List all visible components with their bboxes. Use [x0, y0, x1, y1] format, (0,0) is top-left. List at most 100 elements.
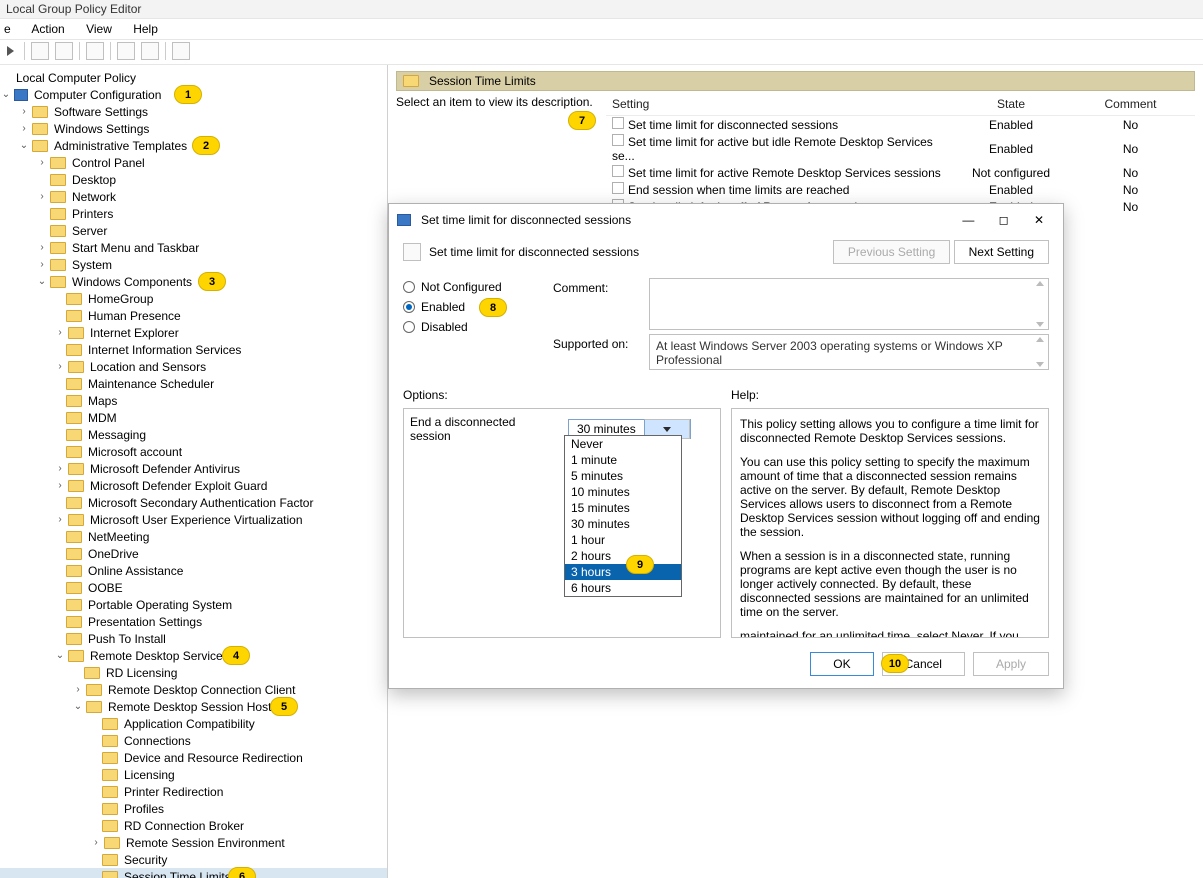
tree-item[interactable]: Application Compatibility	[122, 717, 257, 731]
tree-item[interactable]: Security	[122, 853, 169, 867]
tree-root[interactable]: Local Computer Policy	[14, 71, 138, 85]
tree-computer-configuration[interactable]: Computer Configuration	[32, 88, 163, 102]
window-titlebar: Local Group Policy Editor	[0, 0, 1203, 19]
ok-button[interactable]: OK	[810, 652, 873, 676]
tree-item[interactable]: Microsoft Defender Exploit Guard	[88, 479, 269, 493]
tree-session-time-limits[interactable]: Session Time Limits	[122, 870, 233, 878]
supported-on-label: Supported on:	[553, 334, 639, 351]
menu-view[interactable]: View	[86, 22, 112, 36]
tree-server[interactable]: Server	[70, 224, 109, 238]
maximize-button[interactable]: ◻	[988, 208, 1020, 232]
combo-option[interactable]: 6 hours	[565, 580, 681, 596]
table-row[interactable]: End session when time limits are reached…	[606, 181, 1195, 198]
tree-item[interactable]: Remote Desktop Connection Client	[106, 683, 297, 697]
tree-item[interactable]: Online Assistance	[86, 564, 185, 578]
tree-item[interactable]: Licensing	[122, 768, 177, 782]
tree-start-menu-taskbar[interactable]: Start Menu and Taskbar	[70, 241, 201, 255]
tree-network[interactable]: Network	[70, 190, 118, 204]
col-header-setting[interactable]: Setting	[606, 95, 956, 116]
tree-administrative-templates[interactable]: Administrative Templates	[52, 139, 189, 153]
radio-enabled[interactable]: Enabled 8	[403, 300, 533, 314]
tree-pane[interactable]: Local Computer Policy ⌄ Computer Configu…	[0, 65, 388, 878]
previous-setting-button[interactable]: Previous Setting	[833, 240, 950, 264]
policy-comment: No	[1066, 116, 1195, 134]
tree-item[interactable]: Microsoft User Experience Virtualization	[88, 513, 305, 527]
tree-item[interactable]: Internet Information Services	[86, 343, 243, 357]
tree-item[interactable]: HomeGroup	[86, 292, 155, 306]
tree-item[interactable]: RD Licensing	[104, 666, 179, 680]
apply-button[interactable]: Apply	[973, 652, 1049, 676]
tree-item[interactable]: Portable Operating System	[86, 598, 234, 612]
tree-item[interactable]: Microsoft Secondary Authentication Facto…	[86, 496, 315, 510]
combo-option[interactable]: 2 hours	[565, 548, 681, 564]
combo-option[interactable]: 3 hours	[565, 564, 681, 580]
folder-icon	[66, 548, 82, 560]
tree-item[interactable]: Connections	[122, 734, 193, 748]
radio-disabled[interactable]: Disabled	[403, 320, 533, 334]
tree-software-settings[interactable]: Software Settings	[52, 105, 150, 119]
combo-option[interactable]: 1 minute	[565, 452, 681, 468]
col-header-state[interactable]: State	[956, 95, 1066, 116]
next-setting-button[interactable]: Next Setting	[954, 240, 1049, 264]
menu-action[interactable]: Action	[31, 22, 64, 36]
close-button[interactable]: ✕	[1023, 208, 1055, 232]
tree-control-panel[interactable]: Control Panel	[70, 156, 147, 170]
folder-icon	[66, 582, 82, 594]
toolbar-button-3[interactable]	[86, 42, 104, 60]
table-row[interactable]: Set time limit for active Remote Desktop…	[606, 164, 1195, 181]
radio-not-configured[interactable]: Not Configured	[403, 280, 533, 294]
expand-collapse-icon[interactable]: ⌄	[0, 89, 12, 100]
tree-item[interactable]: Location and Sensors	[88, 360, 208, 374]
tree-item[interactable]: Push To Install	[86, 632, 168, 646]
tree-item[interactable]: Internet Explorer	[88, 326, 181, 340]
menu-file[interactable]: e	[4, 22, 11, 36]
tree-windows-settings[interactable]: Windows Settings	[52, 122, 151, 136]
tree-system[interactable]: System	[70, 258, 114, 272]
tree-printers[interactable]: Printers	[70, 207, 115, 221]
folder-icon	[50, 225, 66, 237]
tree-item[interactable]: Remote Session Environment	[124, 836, 287, 850]
combo-option[interactable]: 30 minutes	[565, 516, 681, 532]
filter-icon[interactable]	[172, 42, 190, 60]
folder-icon	[102, 786, 118, 798]
policy-dialog: Set time limit for disconnected sessions…	[388, 203, 1064, 689]
tree-item[interactable]: Messaging	[86, 428, 148, 442]
minimize-button[interactable]: —	[952, 208, 984, 232]
tree-remote-desktop-services[interactable]: Remote Desktop Services	[88, 649, 231, 663]
tree-item[interactable]: OneDrive	[86, 547, 141, 561]
tree-item[interactable]: RD Connection Broker	[122, 819, 246, 833]
combo-option[interactable]: 10 minutes	[565, 484, 681, 500]
forward-icon[interactable]	[4, 44, 18, 58]
tree-item[interactable]: Printer Redirection	[122, 785, 225, 799]
combo-dropdown[interactable]: Never1 minute5 minutes10 minutes15 minut…	[564, 435, 682, 597]
tree-remote-desktop-session-host[interactable]: Remote Desktop Session Host	[106, 700, 273, 714]
help-box[interactable]: This policy setting allows you to config…	[731, 408, 1049, 638]
combo-option[interactable]: 15 minutes	[565, 500, 681, 516]
tree-item[interactable]: Microsoft account	[86, 445, 184, 459]
toolbar-button-1[interactable]	[31, 42, 49, 60]
tree-item[interactable]: NetMeeting	[86, 530, 151, 544]
tree-item[interactable]: Microsoft Defender Antivirus	[88, 462, 242, 476]
toolbar-button-2[interactable]	[55, 42, 73, 60]
toolbar-button-5[interactable]	[141, 42, 159, 60]
window-title: Local Group Policy Editor	[6, 2, 141, 16]
toolbar-button-4[interactable]	[117, 42, 135, 60]
table-row[interactable]: Set time limit for active but idle Remot…	[606, 133, 1195, 164]
tree-windows-components[interactable]: Windows Components	[70, 275, 194, 289]
col-header-comment[interactable]: Comment	[1066, 95, 1195, 116]
tree-item[interactable]: OOBE	[86, 581, 125, 595]
comment-textbox[interactable]	[649, 278, 1049, 330]
combo-option[interactable]: 5 minutes	[565, 468, 681, 484]
table-row[interactable]: Set time limit for disconnected sessions…	[606, 116, 1195, 134]
tree-desktop[interactable]: Desktop	[70, 173, 118, 187]
tree-item[interactable]: Presentation Settings	[86, 615, 204, 629]
tree-item[interactable]: Maps	[86, 394, 119, 408]
combo-option[interactable]: 1 hour	[565, 532, 681, 548]
tree-item[interactable]: Human Presence	[86, 309, 183, 323]
tree-item[interactable]: Maintenance Scheduler	[86, 377, 216, 391]
tree-item[interactable]: Profiles	[122, 802, 166, 816]
menu-help[interactable]: Help	[133, 22, 158, 36]
tree-item[interactable]: Device and Resource Redirection	[122, 751, 305, 765]
combo-option[interactable]: Never	[565, 436, 681, 452]
tree-item[interactable]: MDM	[86, 411, 119, 425]
